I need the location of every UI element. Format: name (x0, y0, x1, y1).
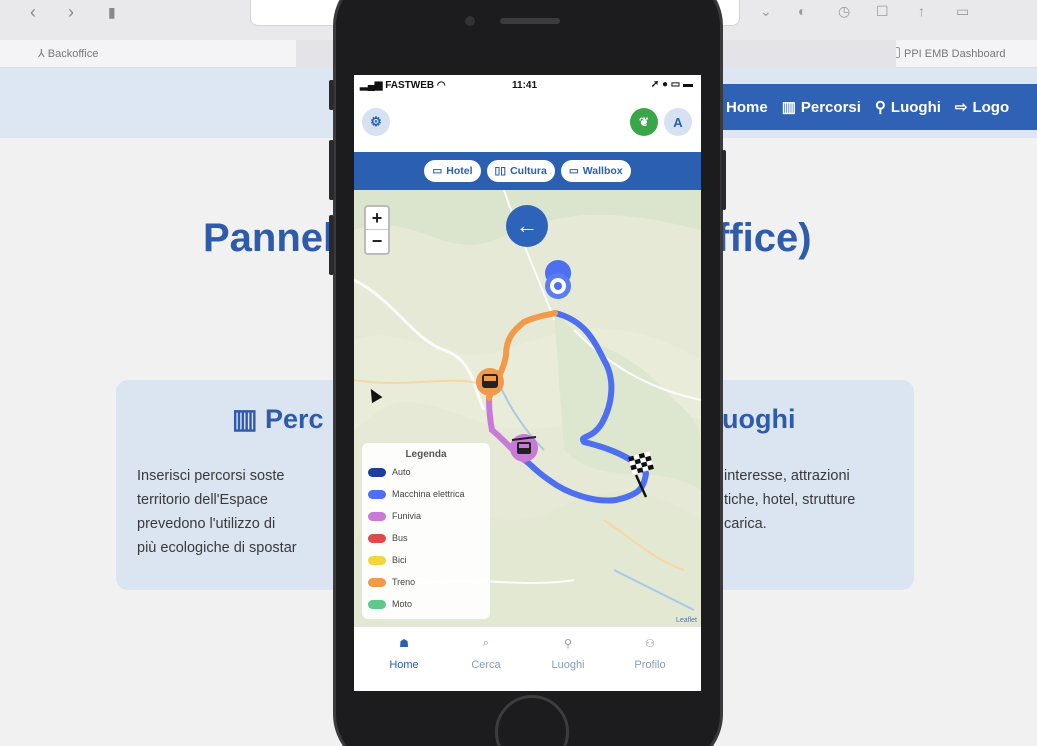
nav-logout[interactable]: ⇨ Logo (954, 98, 1009, 117)
eco-icon[interactable]: ❦ (630, 108, 658, 136)
tab-luoghi[interactable]: ⚲ Luoghi (533, 637, 603, 671)
legend-item: Auto (368, 465, 411, 479)
cablecar-marker[interactable] (510, 434, 538, 462)
tab-home[interactable]: ☗ Home (369, 637, 439, 671)
map-legend: Legenda Auto Macchina elettrica Funivia … (362, 443, 490, 619)
legend-item: Bici (368, 553, 407, 567)
card-luoghi-title: uoghi (722, 404, 796, 434)
tab-overview-icon[interactable]: ▭ (956, 3, 969, 20)
nav-percorsi[interactable]: ▥ Percorsi (781, 98, 861, 117)
extension-icon[interactable]: ◐ (798, 3, 806, 19)
zoom-out-button[interactable]: − (366, 230, 388, 253)
tabs-icon[interactable]: ☐ (876, 3, 889, 20)
home-icon: ☗ (399, 638, 409, 650)
volume-down-button (329, 215, 334, 275)
phone-screen: ▂▄▆ FASTWEB ◠ 11:41 ➚ ● ▭ ▬ ⚙ ❦ A ▭ Hotel… (354, 75, 701, 691)
mute-switch (329, 80, 334, 110)
legend-item: Funivia (368, 509, 421, 523)
zoom-control: + − (364, 205, 390, 255)
battery-icon: ➚ ● ▭ ▬ (650, 79, 693, 90)
filter-hotel[interactable]: ▭ Hotel (424, 160, 481, 182)
bookmark-icon[interactable]: ▮ (108, 4, 116, 21)
card-percorsi-text: Inserisci percorsi soste territorio dell… (137, 468, 297, 556)
page-title-left: Pannel (203, 216, 335, 260)
nav-home[interactable]: Home (726, 99, 768, 116)
page-title-right: ffice) (716, 216, 812, 260)
status-bar: ▂▄▆ FASTWEB ◠ 11:41 ➚ ● ▭ ▬ (354, 75, 701, 97)
shield-icon[interactable]: ⌄ (760, 3, 772, 20)
user-icon: ⚇ (645, 638, 655, 650)
carrier-label: ▂▄▆ FASTWEB ◠ (360, 80, 446, 91)
legend-item: Bus (368, 531, 408, 545)
volume-up-button (329, 140, 334, 200)
status-time: 11:41 (512, 80, 538, 91)
map-attribution[interactable]: Leaflet (676, 617, 697, 624)
search-icon: ⌕ (482, 637, 490, 649)
nav-luoghi[interactable]: ⚲ Luoghi (874, 98, 941, 117)
bed-icon: ▭ (432, 165, 443, 177)
app-header: ⚙ ❦ A (354, 97, 701, 152)
back-arrow-icon[interactable]: ← (506, 205, 548, 247)
pin-icon: ⚲ (874, 99, 886, 116)
settings-icon[interactable]: ⚙ (362, 108, 390, 136)
legend-item: Moto (368, 597, 412, 611)
route-map[interactable]: + − ← Legenda Auto Macchina elettrica Fu… (354, 190, 701, 626)
tab-profilo[interactable]: ⚇ Profilo (615, 637, 685, 671)
logout-icon: ⇨ (954, 99, 968, 116)
legend-title: Legenda (405, 449, 447, 460)
bottom-nav: ☗ Home ⌕ Cerca ⚲ Luoghi ⚇ Profilo (354, 626, 701, 691)
filter-cultura[interactable]: ▯▯ Cultura (486, 160, 555, 182)
back-arrow-icon[interactable]: ‹ (30, 2, 36, 23)
pin-icon: ⚲ (563, 638, 573, 650)
forward-arrow-icon[interactable]: › (68, 2, 74, 23)
map-icon: ▥ (232, 404, 266, 434)
zoom-in-button[interactable]: + (366, 207, 388, 230)
legend-item: Macchina elettrica (368, 487, 465, 501)
legend-item: Treno (368, 575, 415, 589)
bookmark-dashboard[interactable]: PPI EMB Dashboard (888, 47, 1006, 60)
share-icon[interactable]: ↑ (918, 3, 925, 19)
avatar[interactable]: A (664, 108, 692, 136)
book-icon: ▯▯ (494, 165, 507, 177)
battery-icon: ▭ (568, 165, 579, 177)
site-nav: Home ▥ Percorsi ⚲ Luoghi ⇨ Logo (718, 84, 1037, 130)
filter-bar: ▭ Hotel ▯▯ Cultura ▭ Wallbox (354, 152, 701, 190)
card-percorsi-title: ▥ Perc (232, 404, 324, 434)
map-icon: ▥ (781, 99, 796, 116)
train-marker[interactable] (476, 368, 504, 396)
power-button (721, 150, 726, 210)
card-luoghi-text: interesse, attrazioni tiche, hotel, stru… (724, 468, 856, 532)
front-camera (465, 16, 475, 26)
bookmark-backoffice[interactable]: ⅄ Backoffice (38, 47, 98, 60)
tab-cerca[interactable]: ⌕ Cerca (451, 637, 521, 671)
history-icon[interactable]: ◷ (838, 3, 850, 20)
filter-wallbox[interactable]: ▭ Wallbox (560, 160, 631, 182)
earpiece-speaker (500, 18, 560, 24)
